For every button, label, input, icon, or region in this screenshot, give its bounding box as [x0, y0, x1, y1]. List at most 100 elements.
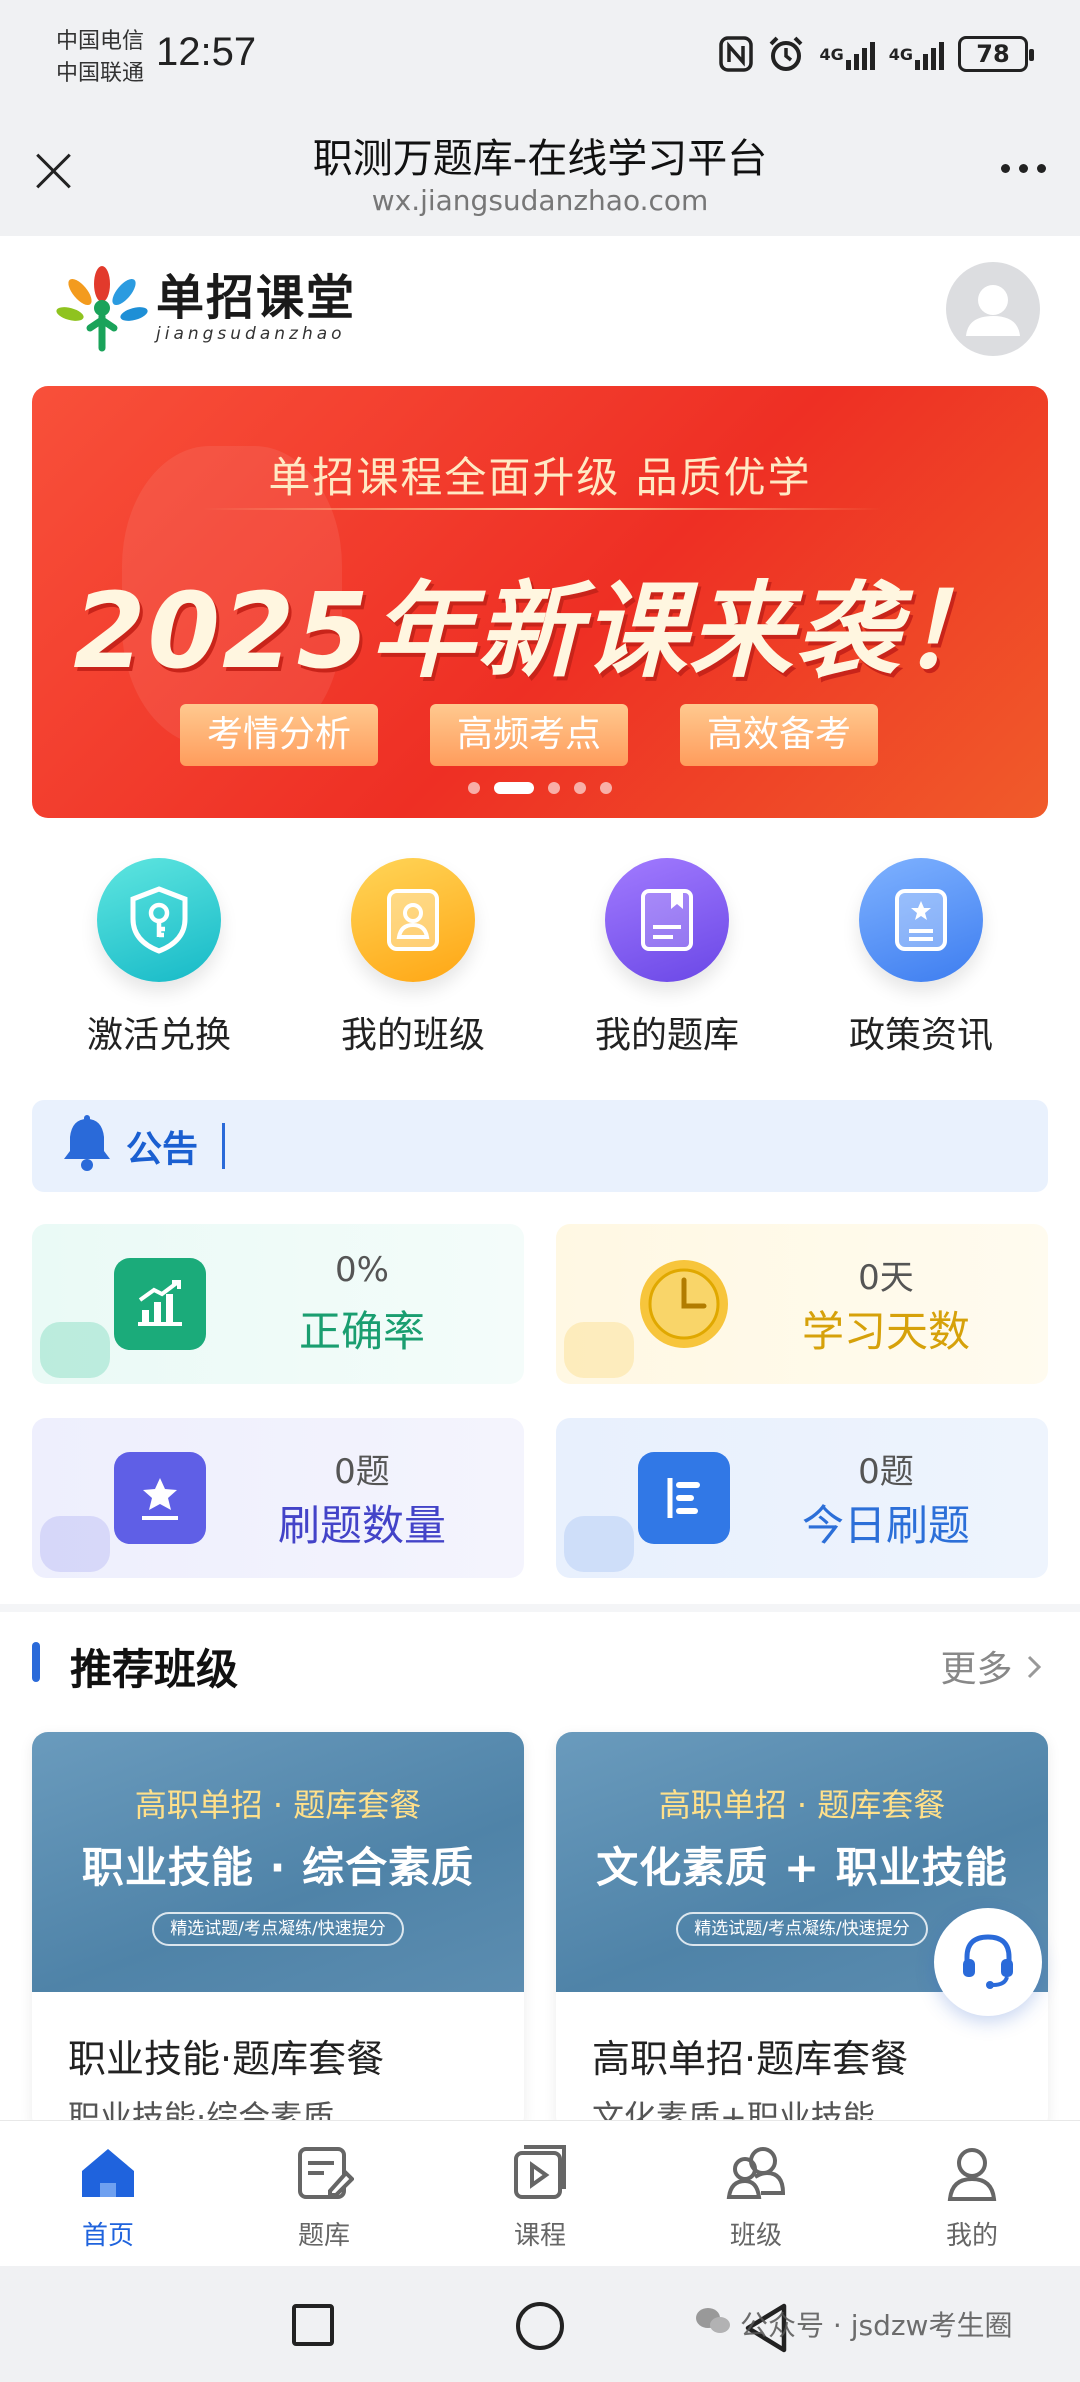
class-card-cover: 高职单招 · 题库套餐 职业技能 · 综合素质 精选试题/考点凝练/快速提分	[32, 1732, 524, 1992]
stat-accuracy[interactable]: 0% 正确率	[32, 1224, 524, 1384]
section-title: 推荐班级	[70, 1645, 239, 1694]
quick-action-my-questions[interactable]: 我的题库	[540, 858, 794, 1078]
avatar[interactable]	[946, 262, 1040, 356]
recommend-section-header: 推荐班级 更多	[0, 1612, 1080, 1712]
more-label: 更多	[940, 1649, 1013, 1690]
tab-classes[interactable]: 班级	[648, 2121, 864, 2266]
quick-action-label: 激活兑换	[86, 1015, 231, 1056]
edit-doc-icon	[292, 2141, 356, 2205]
wechat-icon	[694, 2305, 732, 2344]
tab-courses[interactable]: 课程	[432, 2121, 648, 2266]
logo-subtitle: jiangsudanzhao	[156, 324, 346, 344]
tab-label: 班级	[729, 2221, 782, 2251]
network-type-1: 4G	[819, 44, 844, 64]
home-icon	[76, 2141, 140, 2205]
clock: 12:57	[156, 30, 257, 74]
banner-tags: 考情分析 高频考点 高效备考	[180, 704, 878, 766]
banner-tag: 高频考点	[430, 704, 628, 766]
site-logo[interactable]: 单招课堂 jiangsudanzhao	[54, 262, 356, 354]
quick-action-label: 我的题库	[594, 1015, 739, 1056]
class-card-subtitle: 职业技能·综合素质	[68, 2098, 335, 2120]
quick-action-label: 我的班级	[340, 1015, 485, 1056]
battery-icon: 78	[958, 36, 1034, 72]
stat-label: 正确率	[298, 1307, 425, 1356]
headset-icon	[955, 1927, 1021, 1997]
main-content: 单招课堂 jiangsudanzhao 单招课程全面升级 品质优学 2025年新…	[0, 236, 1080, 2120]
tab-label: 题库	[297, 2221, 350, 2251]
user-avatar-icon	[966, 285, 1020, 336]
system-navigation-bar: 公众号 · jsdzw考生圈	[0, 2266, 1080, 2382]
class-card-title: 高职单招·题库套餐	[592, 2037, 909, 2081]
list-doc-icon	[638, 1452, 730, 1544]
stat-question-count[interactable]: 0题 刷题数量	[32, 1418, 524, 1578]
chart-up-icon	[114, 1258, 206, 1350]
quick-action-policy[interactable]: 政策资讯	[794, 858, 1048, 1078]
network-type-2: 4G	[888, 44, 913, 64]
more-link[interactable]: 更多	[941, 1640, 1044, 1692]
tab-home[interactable]: 首页	[0, 2121, 216, 2266]
card-cover-pill: 精选试题/考点凝练/快速提分	[676, 1912, 928, 1946]
banner-tag: 考情分析	[180, 704, 378, 766]
alarm-icon	[767, 34, 805, 74]
user-icon	[940, 2141, 1004, 2205]
stat-decoration	[40, 1322, 110, 1378]
clock-icon	[638, 1258, 730, 1350]
stat-decoration	[564, 1516, 634, 1572]
video-icon	[508, 2141, 572, 2205]
class-card[interactable]: 高职单招 · 题库套餐 职业技能 · 综合素质 精选试题/考点凝练/快速提分 职…	[32, 1732, 524, 2120]
banner-tag: 高效备考	[680, 704, 878, 766]
stat-value: 0天	[858, 1258, 914, 1298]
bell-icon	[60, 1115, 114, 1177]
notice-bar[interactable]: 公告	[32, 1100, 1048, 1192]
tab-label: 首页	[81, 2221, 134, 2251]
notice-cursor	[222, 1123, 226, 1169]
stat-label: 刷题数量	[277, 1501, 446, 1550]
stat-decoration	[564, 1322, 634, 1378]
quick-action-label: 政策资讯	[848, 1015, 993, 1056]
more-options-button[interactable]	[1001, 164, 1046, 173]
class-card-title: 职业技能·题库套餐	[68, 2037, 385, 2081]
carousel-dot[interactable]	[548, 782, 560, 794]
star-doc-icon	[114, 1452, 206, 1544]
stat-label: 学习天数	[801, 1307, 970, 1356]
quick-action-activate[interactable]: 激活兑换	[32, 858, 286, 1078]
bottom-tab-bar: 首页 题库 课程 班级 我的	[0, 2120, 1080, 2266]
stat-value: 0题	[858, 1452, 914, 1492]
card-cover-main: 文化素质 + 职业技能	[596, 1843, 1008, 1892]
carousel-dot[interactable]	[600, 782, 612, 794]
carrier-2: 中国联通	[56, 61, 145, 86]
carousel-dot[interactable]	[468, 782, 480, 794]
tab-mine[interactable]: 我的	[864, 2121, 1080, 2266]
browser-title-bar: 职测万题库-在线学习平台 wx.jiangsudanzhao.com	[0, 118, 1080, 236]
notice-label: 公告	[126, 1129, 199, 1170]
carousel-dot[interactable]	[574, 782, 586, 794]
home-button[interactable]	[516, 2302, 564, 2350]
chevron-right-icon	[1024, 1649, 1044, 1690]
tab-label: 我的	[945, 2221, 998, 2251]
logo-mark-icon	[54, 262, 150, 354]
recent-apps-button[interactable]	[292, 2304, 334, 2346]
page-url: wx.jiangsudanzhao.com	[371, 184, 709, 217]
customer-service-button[interactable]	[934, 1908, 1042, 2016]
stat-value: 0%	[335, 1250, 389, 1290]
card-cover-pill: 精选试题/考点凝练/快速提分	[152, 1912, 404, 1946]
signal-icon: 4G	[819, 34, 875, 74]
banner-subtitle: 单招课程全面升级 品质优学	[268, 453, 812, 502]
stat-study-days[interactable]: 0天 学习天数	[556, 1224, 1048, 1384]
page-title: 职测万题库-在线学习平台	[312, 136, 768, 182]
stat-today[interactable]: 0题 今日刷题	[556, 1418, 1048, 1578]
quick-actions: 激活兑换 我的班级 我的题库 政策资讯	[0, 858, 1080, 1078]
class-card-subtitle: 文化素质+职业技能	[592, 2098, 875, 2120]
quick-action-my-class[interactable]: 我的班级	[286, 858, 540, 1078]
carousel-dots[interactable]	[32, 782, 1048, 794]
tab-questions[interactable]: 题库	[216, 2121, 432, 2266]
signal-icon: 4G	[889, 34, 944, 74]
carousel-dot-active[interactable]	[494, 782, 534, 794]
card-cover-top: 高职单招 · 题库套餐	[134, 1786, 422, 1824]
card-cover-top: 高职单招 · 题库套餐	[658, 1786, 946, 1824]
watermark-text: 公众号 · jsdzw考生圈	[740, 2309, 1013, 2342]
watermark: 公众号 · jsdzw考生圈	[694, 2304, 1012, 2344]
class-badge-icon	[351, 858, 475, 982]
status-bar: 中国电信 中国联通 12:57 4G 4G 78	[0, 0, 1080, 118]
promo-banner[interactable]: 单招课程全面升级 品质优学 2025年新课来袭！ 考情分析 高频考点 高效备考	[32, 386, 1048, 818]
